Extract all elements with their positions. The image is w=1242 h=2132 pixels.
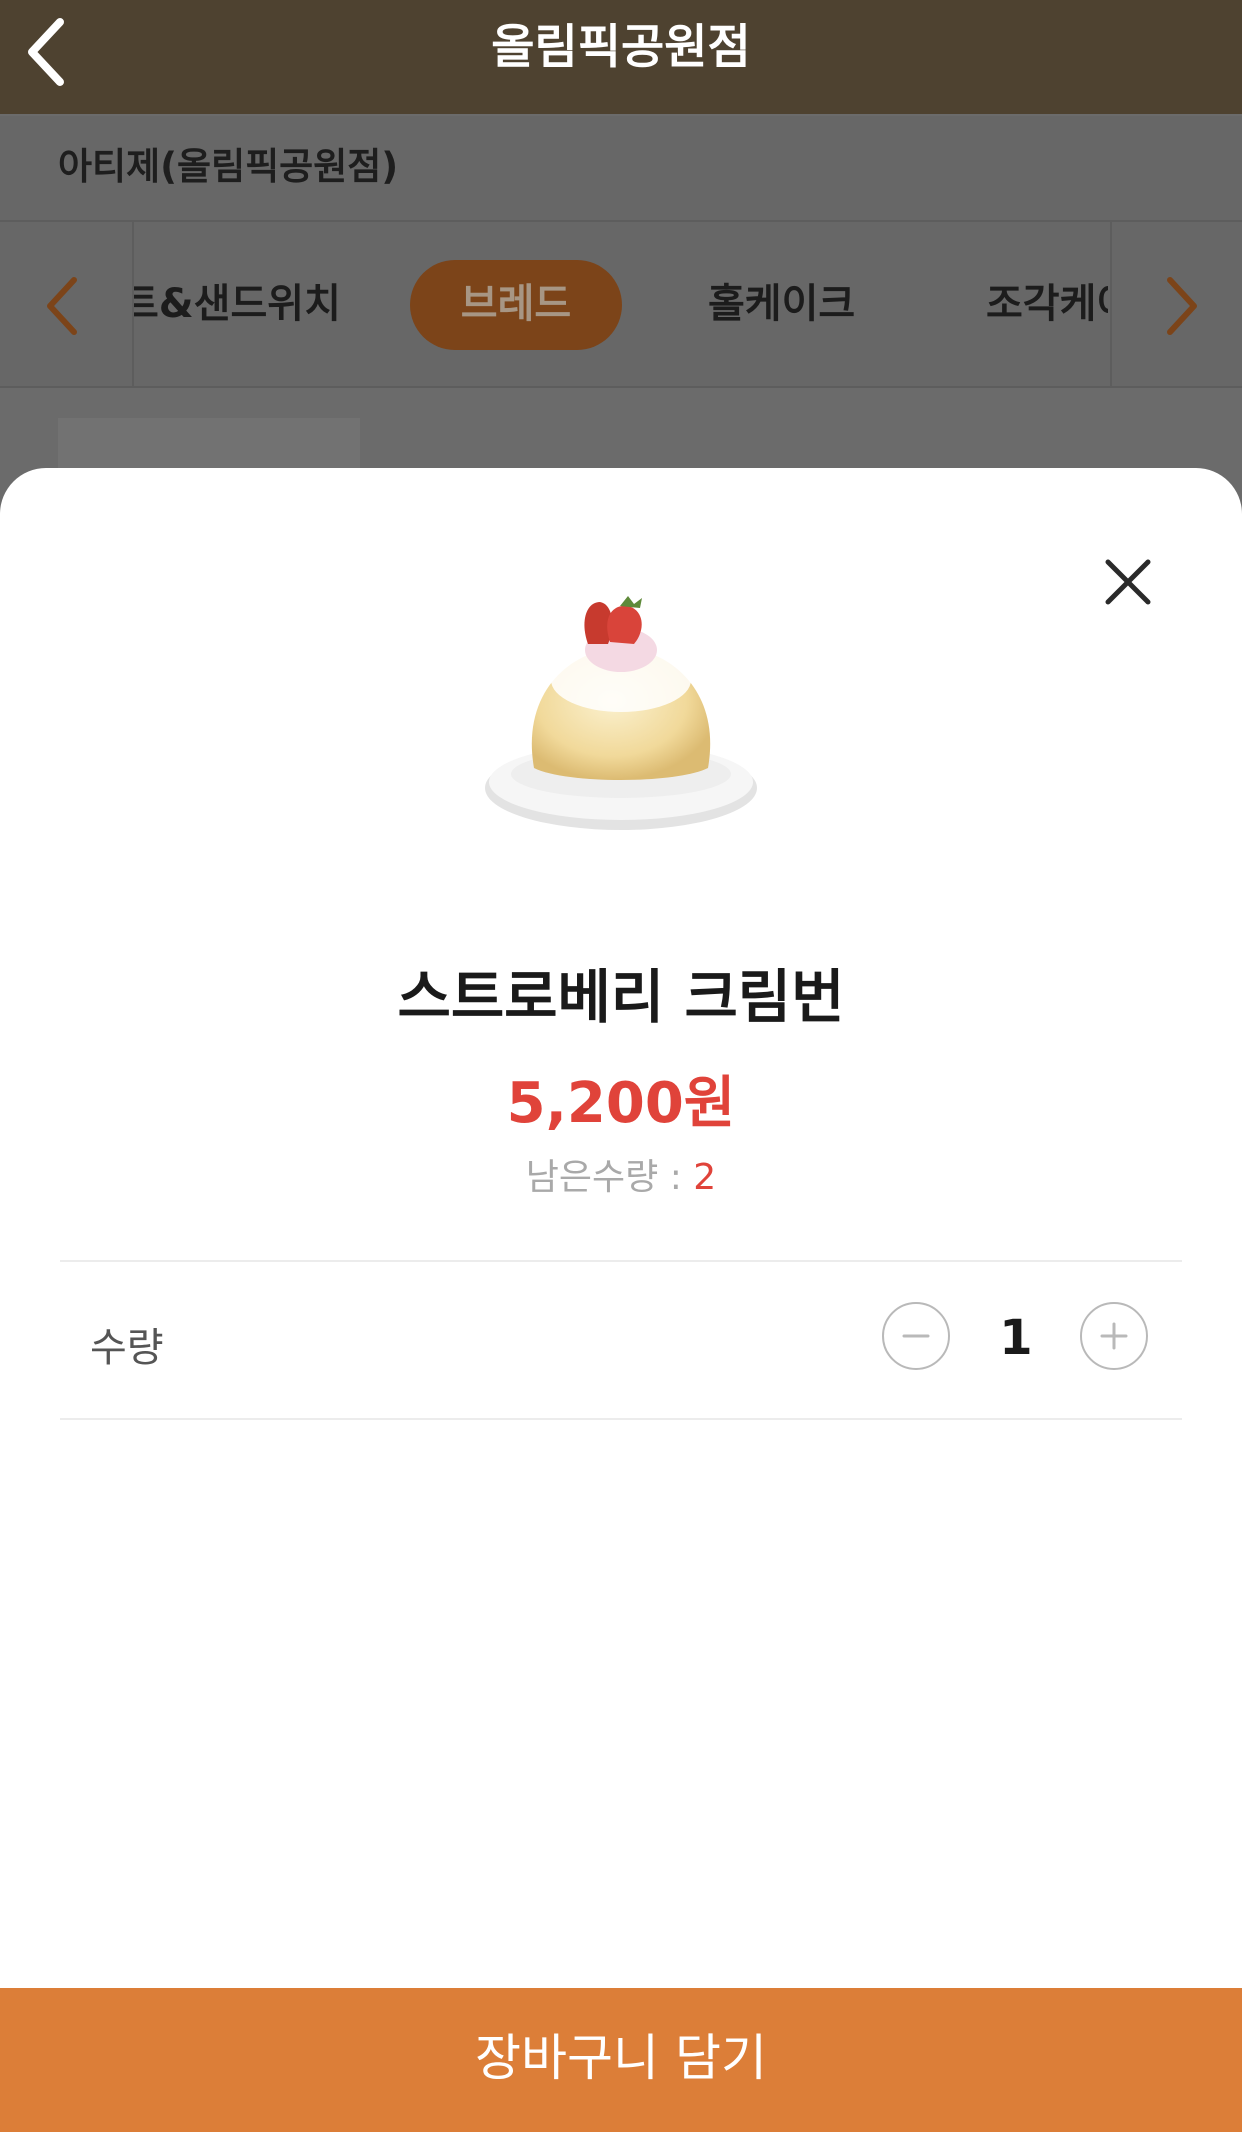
stock-info: 남은수량 : 2 xyxy=(0,1148,1242,1200)
page-title: 올림픽공원점 xyxy=(491,20,751,75)
quantity-value: 1 xyxy=(999,1310,1033,1366)
category-track: 트&샌드위치 브레드 홀케이크 조각케이크 xyxy=(134,222,1108,386)
chevron-left-icon xyxy=(47,277,77,335)
stock-value: 2 xyxy=(693,1157,717,1198)
category-prev-button[interactable] xyxy=(0,222,134,386)
stock-label: 남은수량 : xyxy=(525,1157,682,1198)
minus-icon xyxy=(902,1334,930,1338)
quantity-decrease-button[interactable] xyxy=(882,1302,950,1370)
close-icon xyxy=(1105,559,1151,605)
product-sheet: 스트로베리 크림번 5,200원 남은수량 : 2 수량 1 장바구니 담기 xyxy=(0,468,1242,2132)
category-item-bread[interactable]: 브레드 xyxy=(410,260,622,350)
category-item-slice-cake[interactable]: 조각케이크 xyxy=(986,260,1108,350)
quantity-increase-button[interactable] xyxy=(1080,1302,1148,1370)
category-item-sandwich[interactable]: 트&샌드위치 xyxy=(134,260,341,350)
close-button[interactable] xyxy=(1100,554,1156,610)
chevron-right-icon xyxy=(1167,277,1197,335)
add-to-cart-button[interactable]: 장바구니 담기 xyxy=(0,1988,1242,2132)
divider xyxy=(60,1260,1182,1262)
store-row: 아티제(올림픽공원점) xyxy=(0,116,1242,222)
product-price: 5,200원 xyxy=(506,1071,736,1136)
divider xyxy=(60,1418,1182,1420)
product-name: 스트로베리 크림번 xyxy=(397,963,845,1031)
category-next-button[interactable] xyxy=(1110,222,1242,386)
category-bar: 트&샌드위치 브레드 홀케이크 조각케이크 xyxy=(0,222,1242,388)
category-item-whole-cake[interactable]: 홀케이크 xyxy=(708,260,858,350)
plus-icon xyxy=(1100,1322,1128,1350)
header-bar: 올림픽공원점 xyxy=(0,0,1242,114)
product-image xyxy=(485,596,757,830)
store-name: 아티제(올림픽공원점) xyxy=(58,145,399,188)
quantity-label: 수량 xyxy=(90,1325,164,1371)
